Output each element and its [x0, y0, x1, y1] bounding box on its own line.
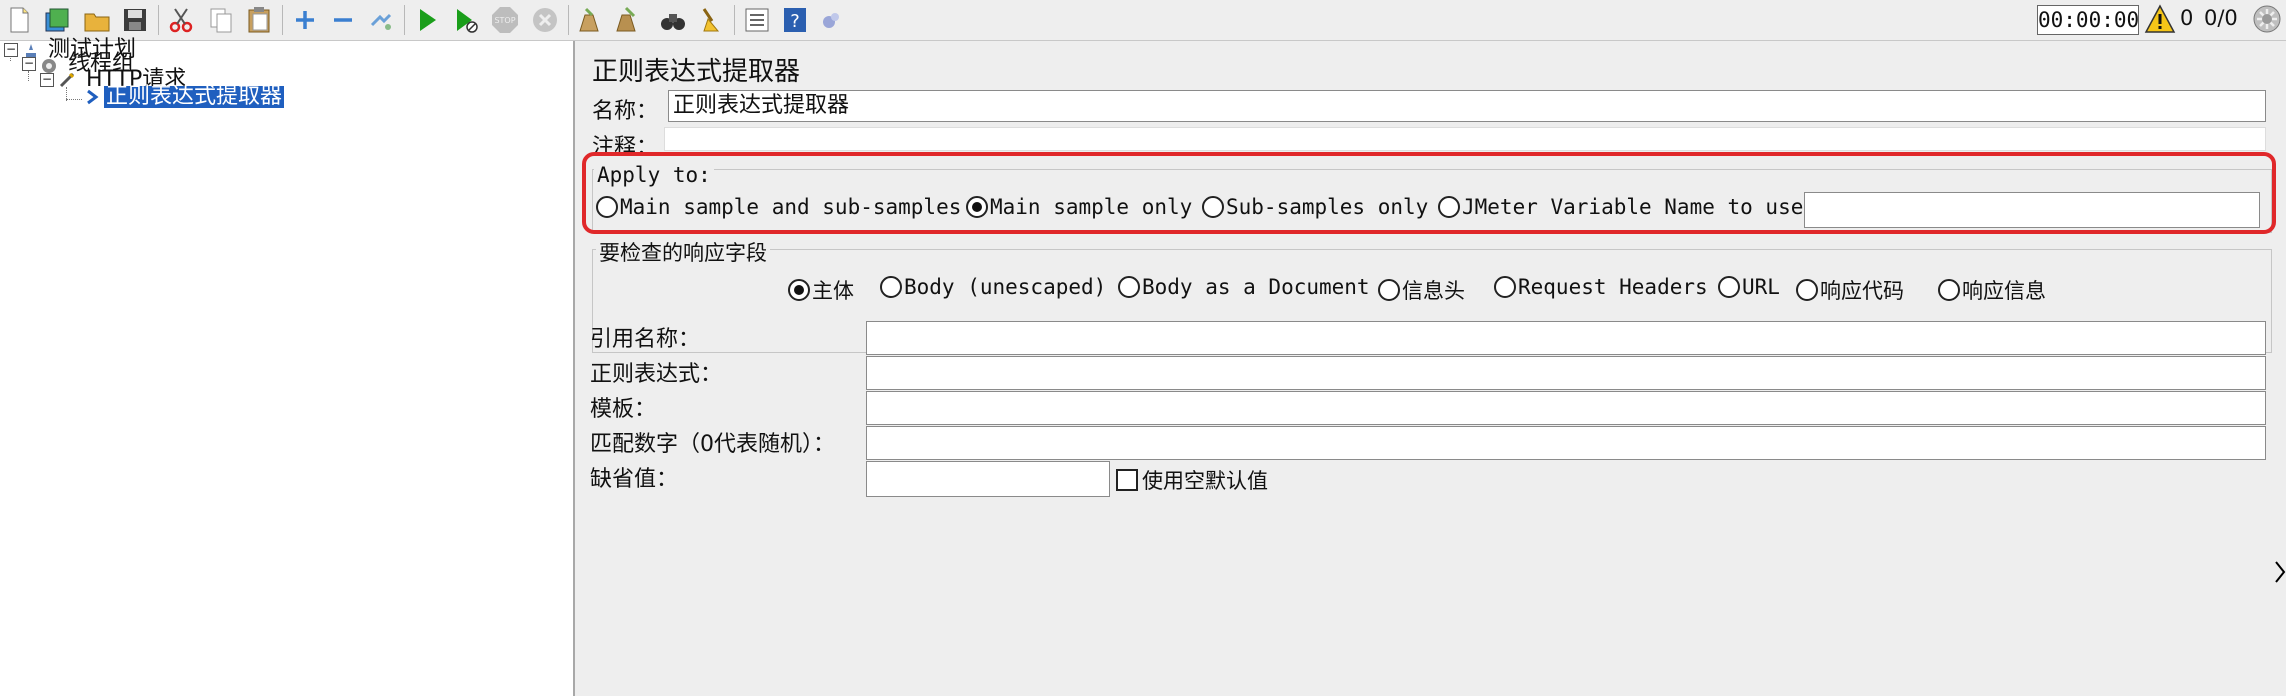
resize-cursor-icon	[2275, 561, 2286, 583]
radio-button[interactable]	[1938, 279, 1960, 301]
cut-icon[interactable]	[164, 3, 198, 37]
match-number-input[interactable]	[866, 426, 2266, 460]
radio-body[interactable]: 主体	[788, 275, 854, 305]
warning-count: 0	[2180, 6, 2194, 30]
radio-response-headers[interactable]: 信息头	[1378, 275, 1465, 305]
open-icon[interactable]	[80, 3, 114, 37]
remote-icon[interactable]	[814, 3, 848, 37]
jmeter-variable-name-input[interactable]	[1804, 192, 2260, 228]
radio-button[interactable]	[1378, 279, 1400, 301]
radio-request-headers[interactable]: Request Headers	[1494, 275, 1708, 299]
new-icon[interactable]	[2, 3, 36, 37]
response-field-title: 要检查的响应字段	[596, 237, 770, 267]
stop-label: STOP	[494, 16, 515, 25]
start-icon[interactable]	[410, 3, 444, 37]
name-field[interactable]: 正则表达式提取器	[668, 90, 2266, 122]
comment-field[interactable]	[664, 127, 2266, 151]
http-request-icon	[59, 72, 75, 88]
reference-name-input[interactable]	[866, 321, 2266, 355]
match-number-label: 匹配数字（0代表随机）：	[590, 432, 835, 457]
radio-label: URL	[1742, 275, 1780, 299]
radio-jmeter-variable[interactable]: JMeter Variable Name to use	[1438, 195, 1803, 219]
clear-icon[interactable]	[572, 3, 606, 37]
run-status-icon	[2253, 5, 2281, 33]
regex-input[interactable]	[866, 356, 2266, 390]
radio-label: 响应信息	[1962, 279, 2046, 303]
use-empty-default-label: 使用空默认值	[1142, 469, 1268, 493]
radio-label: Body as a Document	[1142, 275, 1370, 299]
radio-url[interactable]: URL	[1718, 275, 1780, 299]
use-empty-default-checkbox[interactable]	[1116, 469, 1138, 491]
stop-icon[interactable]: STOP	[488, 3, 522, 37]
tree-toggle-thread-group[interactable]: −	[22, 57, 36, 71]
radio-body-unescaped[interactable]: Body (unescaped)	[880, 275, 1106, 299]
templates-icon[interactable]	[40, 3, 74, 37]
radio-button[interactable]	[880, 276, 902, 298]
radio-button[interactable]	[596, 196, 618, 218]
clear-all-icon[interactable]	[610, 3, 644, 37]
radio-button[interactable]	[1438, 196, 1460, 218]
radio-button[interactable]	[1494, 276, 1516, 298]
radio-sub-only[interactable]: Sub-samples only	[1202, 195, 1428, 219]
regex-extractor-icon	[87, 89, 99, 105]
tree-item-regex-extractor[interactable]: 正则表达式提取器	[104, 86, 285, 108]
template-input[interactable]	[866, 391, 2266, 425]
name-label: 名称：	[592, 99, 659, 124]
radio-label: Request Headers	[1518, 275, 1708, 299]
radio-main-and-sub[interactable]: Main sample and sub-samples	[596, 195, 961, 219]
radio-body-as-document[interactable]: Body as a Document	[1118, 275, 1370, 299]
tree-toggle-test-plan[interactable]: −	[4, 43, 18, 57]
toolbar: STOP ? 00:00:00 0 0/0	[0, 0, 2286, 41]
start-no-pauses-icon[interactable]	[448, 3, 482, 37]
radio-button[interactable]	[1118, 276, 1140, 298]
copy-icon[interactable]	[204, 3, 238, 37]
active-threads-count: 0/0	[2204, 6, 2238, 30]
page-title: 正则表达式提取器	[592, 57, 801, 87]
radio-button[interactable]	[1796, 279, 1818, 301]
radio-button[interactable]	[1718, 276, 1740, 298]
test-plan-tree: − 测试计划 − 线程组 − HTTP请求 正则表达式提取器	[0, 39, 575, 696]
use-empty-default-checkbox-row[interactable]: 使用空默认值	[1116, 465, 1268, 495]
elapsed-timer: 00:00:00	[2037, 5, 2139, 35]
search-icon[interactable]	[656, 3, 690, 37]
radio-label: JMeter Variable Name to use	[1462, 195, 1804, 219]
comment-label: 注释：	[592, 135, 659, 160]
reset-search-icon[interactable]	[694, 3, 728, 37]
radio-label: Main sample and sub-samples	[620, 195, 962, 219]
radio-button[interactable]	[788, 279, 810, 301]
save-icon[interactable]	[118, 3, 152, 37]
toggle-icon[interactable]	[364, 3, 398, 37]
svg-text:?: ?	[790, 11, 800, 32]
default-value-input[interactable]	[866, 461, 1110, 497]
radio-label: 信息头	[1402, 279, 1465, 303]
expand-icon[interactable]	[288, 3, 322, 37]
regex-label: 正则表达式：	[590, 362, 723, 387]
help-icon[interactable]: ?	[778, 3, 812, 37]
default-value-label: 缺省值：	[590, 467, 679, 492]
radio-label: 响应代码	[1820, 279, 1904, 303]
template-label: 模板：	[590, 397, 657, 422]
radio-label: Main sample only	[990, 195, 1193, 219]
radio-label: Body (unescaped)	[904, 275, 1107, 299]
apply-to-title: Apply to:	[594, 163, 714, 187]
reference-name-label: 引用名称：	[590, 327, 701, 352]
function-helper-icon[interactable]	[740, 3, 774, 37]
radio-response-message[interactable]: 响应信息	[1938, 275, 2046, 305]
collapse-icon[interactable]	[326, 3, 360, 37]
tree-toggle-http-request[interactable]: −	[40, 73, 54, 87]
radio-label: Sub-samples only	[1226, 195, 1429, 219]
radio-label: 主体	[812, 279, 854, 303]
radio-main-only[interactable]: Main sample only	[966, 195, 1192, 219]
radio-button[interactable]	[966, 196, 988, 218]
regex-extractor-panel: 正则表达式提取器 名称： 正则表达式提取器 注释： Apply to: Main…	[578, 41, 2286, 696]
warning-icon[interactable]	[2144, 4, 2176, 34]
radio-response-code[interactable]: 响应代码	[1796, 275, 1904, 305]
paste-icon[interactable]	[242, 3, 276, 37]
shutdown-icon[interactable]	[528, 3, 562, 37]
radio-button[interactable]	[1202, 196, 1224, 218]
